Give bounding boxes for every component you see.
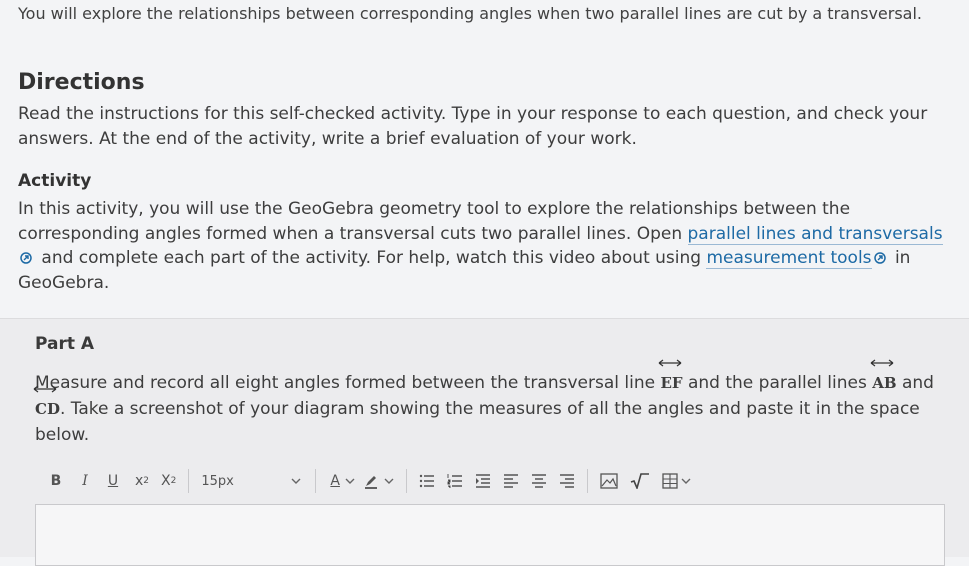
line-ef-label: EF bbox=[660, 374, 683, 392]
font-size-select[interactable]: 15px bbox=[201, 469, 287, 493]
directions-heading: Directions bbox=[18, 70, 145, 95]
align-right-icon[interactable] bbox=[559, 473, 575, 489]
highlighter-icon[interactable] bbox=[363, 473, 379, 489]
parallel-lines-link[interactable]: parallel lines and transversals bbox=[687, 223, 943, 245]
part-a-text-3: and bbox=[896, 373, 934, 393]
line-cd: CD bbox=[33, 385, 60, 422]
activity-text-part2: and complete each part of the activity. … bbox=[36, 248, 707, 268]
subscript-sub: 2 bbox=[170, 476, 177, 486]
table-icon[interactable] bbox=[662, 473, 678, 489]
toolbar-divider bbox=[586, 469, 588, 493]
external-link-icon[interactable] bbox=[873, 252, 886, 264]
chevron-down-icon[interactable] bbox=[681, 476, 691, 486]
line-ab-label: AB bbox=[872, 374, 897, 392]
superscript-button[interactable]: x2 bbox=[135, 469, 149, 493]
external-link-icon[interactable] bbox=[20, 252, 32, 264]
line-arrow-icon bbox=[870, 359, 894, 367]
image-icon[interactable] bbox=[600, 473, 618, 489]
subscript-base: X bbox=[161, 473, 171, 489]
subscript-button[interactable]: X2 bbox=[161, 469, 176, 493]
line-ab: AB bbox=[870, 359, 897, 396]
line-arrow-icon bbox=[659, 359, 682, 367]
font-color-button[interactable]: A bbox=[330, 469, 340, 493]
part-a-text-1: Measure and record all eight angles form… bbox=[35, 373, 661, 393]
intro-text: You will explore the relationships betwe… bbox=[18, 4, 922, 23]
editor-toolbar: B I U x2 X2 15px A bbox=[35, 462, 944, 500]
superscript-exp: 2 bbox=[143, 476, 150, 486]
italic-button[interactable]: I bbox=[77, 469, 93, 493]
line-cd-label: CD bbox=[35, 400, 60, 418]
toolbar-divider bbox=[188, 469, 190, 493]
part-a-text: Measure and record all eight angles form… bbox=[33, 359, 960, 448]
indent-icon[interactable] bbox=[475, 473, 491, 489]
toolbar-divider bbox=[315, 469, 317, 493]
math-icon[interactable] bbox=[630, 473, 650, 489]
measurement-tools-link[interactable]: measurement tools bbox=[706, 248, 872, 269]
align-left-icon[interactable] bbox=[503, 473, 519, 489]
chevron-down-icon[interactable] bbox=[345, 476, 355, 486]
underline-button[interactable]: U bbox=[105, 469, 121, 493]
bold-button[interactable]: B bbox=[47, 469, 65, 493]
toolbar-divider bbox=[405, 469, 407, 493]
part-a-text-4: . Take a screenshot of your diagram show… bbox=[35, 399, 920, 445]
line-arrow-icon bbox=[33, 385, 57, 393]
activity-heading: Activity bbox=[18, 171, 92, 191]
chevron-down-icon[interactable] bbox=[291, 476, 301, 486]
superscript-base: x bbox=[135, 473, 144, 489]
part-a-text-2: and the parallel lines bbox=[682, 373, 873, 393]
chevron-down-icon[interactable] bbox=[384, 476, 394, 486]
line-ef: EF bbox=[659, 359, 683, 396]
part-a-heading: Part A bbox=[35, 334, 95, 354]
bulleted-list-icon[interactable] bbox=[419, 473, 435, 489]
activity-text: In this activity, you will use the GeoGe… bbox=[18, 197, 963, 295]
numbered-list-icon[interactable] bbox=[447, 473, 463, 489]
align-center-icon[interactable] bbox=[531, 473, 547, 489]
response-editor[interactable] bbox=[35, 504, 945, 566]
directions-text: Read the instructions for this self-chec… bbox=[18, 104, 928, 149]
